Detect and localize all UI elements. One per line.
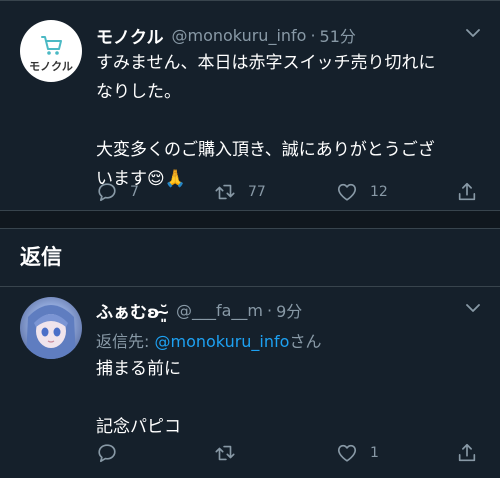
user-handle[interactable]: @___fa__m xyxy=(176,301,263,320)
tweet-text: すみません、本日は赤字スイッチ売り切れに なりした。 大変多くのご購入頂き、誠に… xyxy=(96,53,436,189)
replies-heading: 返信 xyxy=(20,245,62,269)
share-button[interactable] xyxy=(456,180,490,204)
like-count: 1 xyxy=(370,445,379,461)
tweet-header: モノクル @monokuru_info · 51分 xyxy=(96,22,480,48)
reply-button[interactable] xyxy=(96,441,130,465)
anime-avatar-image xyxy=(26,305,76,359)
chevron-down-icon[interactable] xyxy=(466,303,480,313)
section-divider xyxy=(0,210,500,229)
reply-icon xyxy=(98,444,116,463)
separator-dot: · xyxy=(266,300,273,320)
like-button[interactable]: 1 xyxy=(336,441,379,465)
tweet-actions: 7 77 12 xyxy=(96,180,486,204)
share-icon xyxy=(458,182,476,201)
tweet-header: ふぁむʚ˘̴͈̆ @___fa__m · 9分 xyxy=(96,297,480,323)
retweet-icon xyxy=(215,184,235,200)
retweet-button[interactable] xyxy=(214,441,248,465)
avatar[interactable]: モノクル xyxy=(20,20,82,82)
user-handle[interactable]: @monokuru_info xyxy=(172,26,307,45)
reply-to-handle-link[interactable]: @monokuru_info xyxy=(154,332,289,351)
heart-icon xyxy=(337,183,357,201)
like-button[interactable]: 12 xyxy=(336,180,388,204)
reply-to-prefix: 返信先: xyxy=(96,332,155,351)
share-icon xyxy=(458,443,476,462)
avatar-logo-text: モノクル xyxy=(29,60,73,73)
chevron-down-icon[interactable] xyxy=(466,28,480,38)
timestamp[interactable]: 9分 xyxy=(276,298,302,322)
timestamp[interactable]: 51分 xyxy=(320,23,356,47)
like-count: 12 xyxy=(370,184,388,200)
reply-button[interactable]: 7 xyxy=(96,180,139,204)
display-name[interactable]: ふぁむʚ˘̴͈̆ xyxy=(96,298,168,323)
retweet-count: 77 xyxy=(248,184,266,200)
reply-to-line: 返信先: @monokuru_infoさん xyxy=(96,328,321,352)
reply-icon xyxy=(98,183,116,202)
retweet-button[interactable]: 77 xyxy=(214,180,266,204)
avatar[interactable] xyxy=(20,297,82,359)
retweet-icon xyxy=(215,445,235,461)
separator-dot: · xyxy=(310,25,316,45)
reply-to-suffix: さん xyxy=(289,332,322,351)
tweet-actions: 1 xyxy=(96,441,486,465)
share-button[interactable] xyxy=(456,441,490,465)
reply-count: 7 xyxy=(130,184,139,200)
main-tweet[interactable]: モノクル モノクル @monokuru_info · 51分 すみません、本日は… xyxy=(0,0,500,210)
heart-icon xyxy=(337,444,357,462)
display-name[interactable]: モノクル xyxy=(96,23,164,48)
tweet-text: 捕まる前に 記念パピコ xyxy=(96,359,181,437)
